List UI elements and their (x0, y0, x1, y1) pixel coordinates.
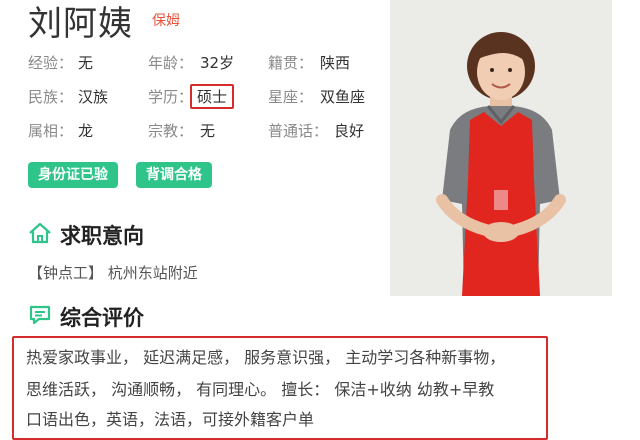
info-value: 良好 (334, 122, 365, 140)
info-label: 经验： (28, 54, 74, 72)
evaluation-title: 综合评价 (60, 306, 144, 330)
role-tag: 保姆 (152, 13, 180, 29)
info-label: 普通话： (268, 122, 329, 140)
home-icon (29, 222, 51, 244)
id-verified-badge: 身份证已验 (28, 162, 118, 188)
info-label: 宗教： (148, 122, 194, 140)
comment-icon (29, 305, 51, 325)
info-label: 属相： (28, 122, 74, 140)
info-value: 无 (78, 54, 94, 72)
background-check-badge: 背调合格 (136, 162, 212, 188)
info-value: 陕西 (320, 54, 351, 72)
info-value: 32岁 (200, 54, 235, 72)
info-value: 汉族 (78, 88, 109, 106)
info-value: 无 (200, 122, 216, 140)
education-value-highlighted: 硕士 (190, 84, 235, 109)
job-type-tag: 【钟点工】 (28, 264, 104, 282)
person-illustration (390, 0, 612, 296)
info-label: 籍贯： (268, 54, 314, 72)
info-label: 学历： (148, 88, 194, 106)
info-label: 民族： (28, 88, 74, 106)
evaluation-line: 口语出色，英语，法语，可接外籍客户单 (26, 410, 315, 429)
evaluation-line: 热爱家政事业， 延迟满足感， 服务意识强， 主动学习各种新事物， (26, 348, 506, 367)
info-label: 星座： (268, 88, 314, 106)
info-value: 双鱼座 (320, 88, 366, 106)
info-row-3: 属相： 龙 宗教： 无 普通话： 良好 (0, 120, 390, 144)
profile-photo (390, 0, 612, 296)
info-row-2: 民族： 汉族 学历： 硕士 星座： 双鱼座 (0, 84, 390, 110)
info-row-1: 经验： 无 年龄： 32岁 籍贯： 陕西 (0, 52, 390, 76)
job-intent-line: 【钟点工】 杭州东站附近 (28, 262, 198, 283)
info-label: 年龄： (148, 54, 194, 72)
job-intent-title: 求职意向 (60, 224, 144, 248)
name-heading: 刘阿姨 (28, 4, 133, 44)
info-value: 龙 (78, 122, 94, 140)
job-location: 杭州东站附近 (107, 264, 198, 282)
evaluation-line: 思维活跃， 沟通顺畅， 有同理心。 擅长： 保洁+收纳 幼教+早教 (26, 380, 495, 399)
